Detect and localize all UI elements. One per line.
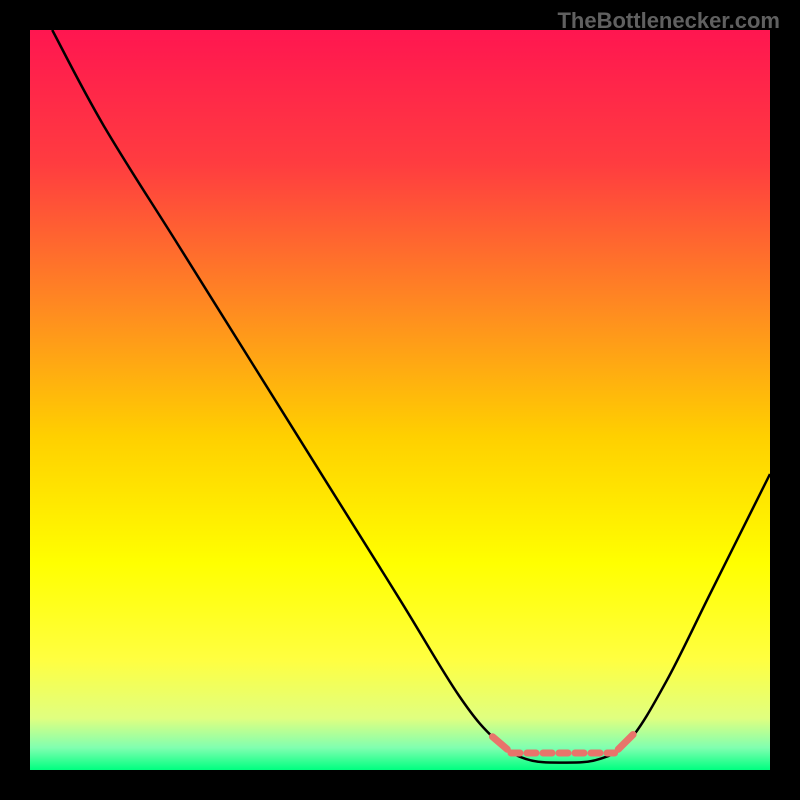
watermark-text: TheBottlenecker.com (557, 8, 780, 34)
bottleneck-chart (0, 0, 800, 800)
chart-container: TheBottlenecker.com (0, 0, 800, 800)
plot-background (30, 30, 770, 770)
